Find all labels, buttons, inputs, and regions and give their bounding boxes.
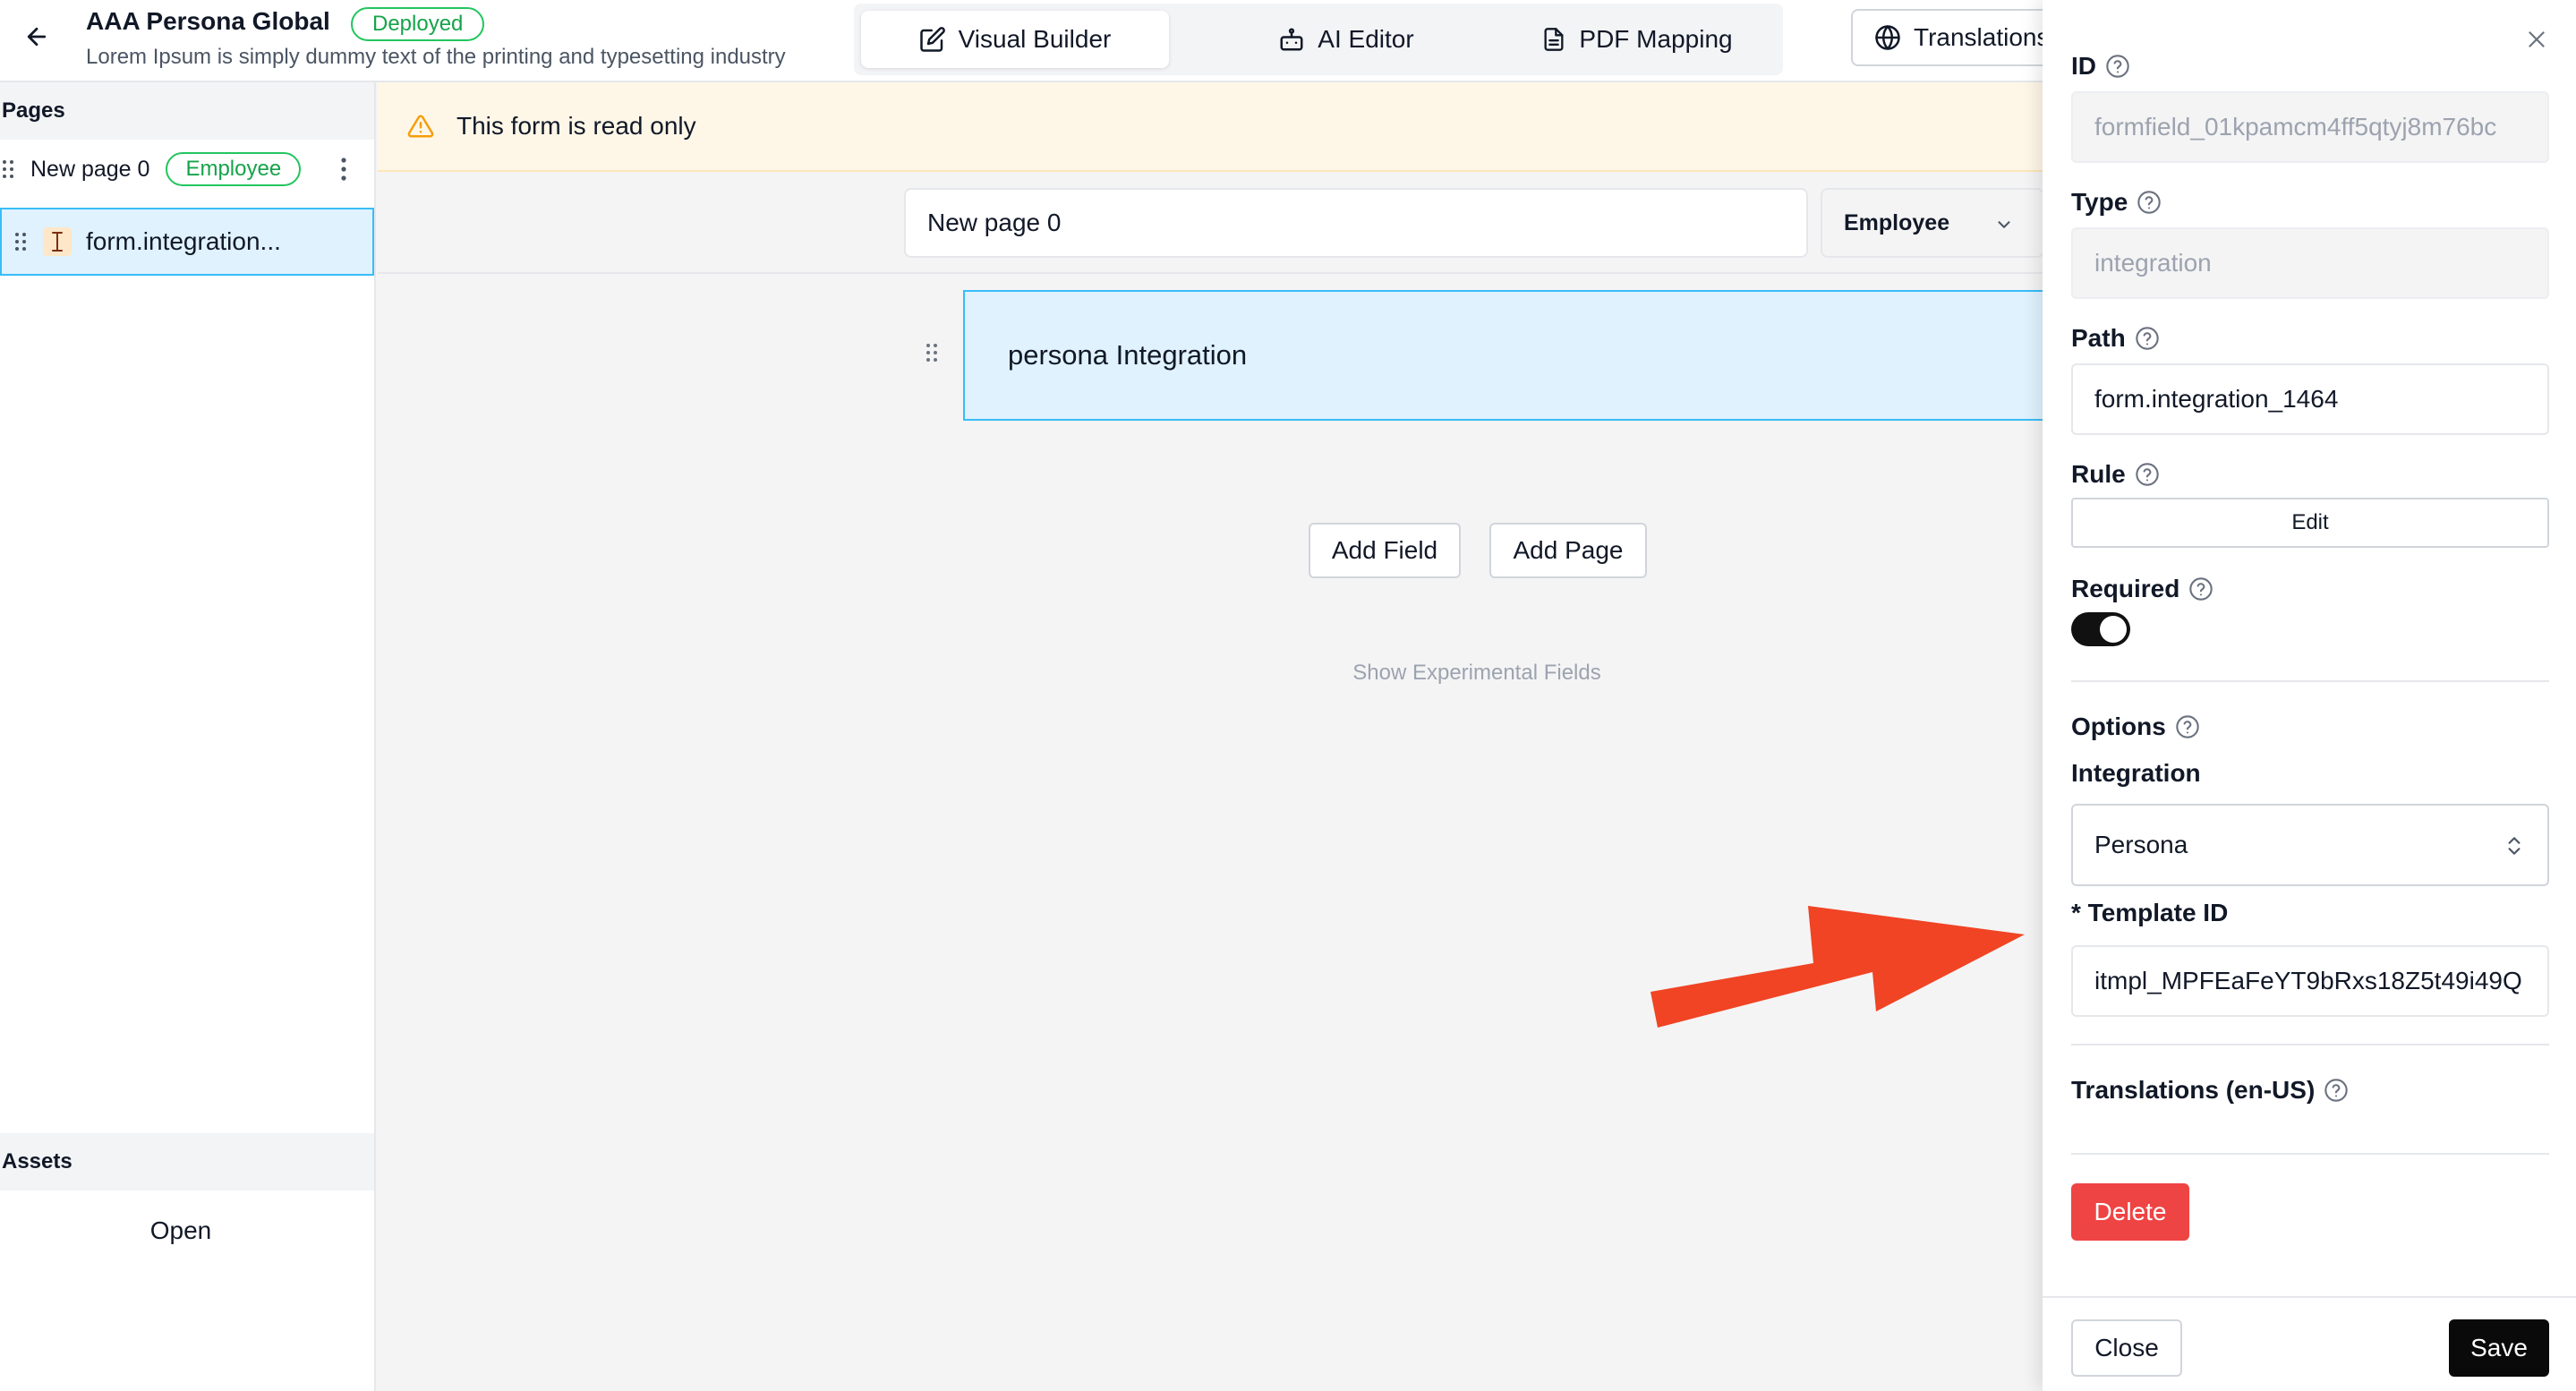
drag-handle-icon[interactable]: [925, 342, 938, 363]
required-label: Required: [2071, 575, 2213, 603]
edit-icon: [919, 27, 945, 52]
integration-select[interactable]: Persona: [2071, 804, 2549, 886]
readonly-banner: This form is read only: [378, 82, 2043, 172]
form-title: AAA Persona Global: [86, 7, 330, 35]
close-panel-button[interactable]: [2521, 23, 2553, 55]
help-circle-icon[interactable]: [2188, 576, 2213, 602]
save-button[interactable]: Save: [2449, 1319, 2549, 1377]
annotation-arrow-icon: [1651, 906, 2025, 1028]
divider: [2071, 1153, 2549, 1155]
help-circle-icon[interactable]: [2175, 714, 2200, 739]
pages-heading: Pages: [0, 82, 374, 140]
more-vertical-icon[interactable]: [333, 152, 354, 186]
tab-visual-builder[interactable]: Visual Builder: [861, 11, 1169, 68]
page-name-input[interactable]: [904, 188, 1808, 258]
sidebar-page-item[interactable]: New page 0 Employee: [0, 140, 374, 199]
page-role-select[interactable]: Employee: [1821, 188, 2044, 258]
integration-field-card[interactable]: persona Integration: [963, 290, 2046, 421]
id-label-text: ID: [2071, 52, 2096, 80]
delete-field-button[interactable]: Delete: [2071, 1183, 2189, 1241]
assets-heading: Assets: [0, 1133, 374, 1190]
integration-select-value: Persona: [2094, 831, 2188, 858]
tab-visual-builder-label: Visual Builder: [958, 25, 1112, 53]
path-label: Path: [2071, 324, 2160, 353]
close-icon: [2529, 31, 2545, 47]
text-cursor-icon: [43, 227, 72, 256]
translations-button-label: Translations: [1914, 23, 2050, 51]
integration-label: Integration: [2071, 759, 2201, 787]
help-circle-icon[interactable]: [2137, 190, 2162, 215]
add-field-button[interactable]: Add Field: [1309, 523, 1461, 578]
id-label: ID: [2071, 52, 2130, 81]
divider: [2071, 1044, 2549, 1045]
rule-label-text: Rule: [2071, 460, 2126, 488]
type-label: Type: [2071, 188, 2162, 217]
chevrons-up-down-icon: [2508, 837, 2521, 855]
add-page-button[interactable]: Add Page: [1489, 523, 1647, 578]
open-assets-button[interactable]: Open: [0, 1190, 362, 1271]
back-button[interactable]: [16, 16, 57, 57]
rule-label: Rule: [2071, 460, 2160, 489]
arrow-left-icon: [27, 27, 47, 47]
tab-pdf-mapping-label: PDF Mapping: [1579, 25, 1733, 53]
file-text-icon: [1544, 28, 1564, 51]
form-description: Lorem Ipsum is simply dummy text of the …: [86, 45, 786, 69]
tab-ai-editor-label: AI Editor: [1318, 25, 1414, 53]
warning-icon: [407, 115, 434, 138]
readonly-message: This form is read only: [456, 112, 696, 140]
type-label-text: Type: [2071, 188, 2128, 216]
help-circle-icon[interactable]: [2135, 462, 2160, 487]
edit-rule-button[interactable]: Edit: [2071, 498, 2549, 548]
field-name-label: form.integration...: [86, 227, 281, 255]
translations-label: Translations (en-US): [2071, 1076, 2349, 1105]
show-experimental-fields-link[interactable]: Show Experimental Fields: [1289, 661, 1665, 686]
help-circle-icon[interactable]: [2324, 1078, 2349, 1103]
drag-handle-icon[interactable]: [2, 158, 14, 180]
help-circle-icon[interactable]: [2105, 54, 2130, 79]
globe-icon: [1875, 25, 1900, 50]
template-id-input[interactable]: [2071, 945, 2549, 1017]
help-circle-icon[interactable]: [2135, 326, 2160, 351]
required-toggle[interactable]: [2071, 612, 2130, 646]
path-label-text: Path: [2071, 324, 2126, 352]
bot-icon: [1280, 28, 1303, 51]
toggle-knob: [2100, 616, 2127, 643]
id-input[interactable]: [2071, 91, 2549, 163]
template-id-label: * Template ID: [2071, 899, 2229, 926]
tab-ai-editor[interactable]: AI Editor: [1212, 11, 1480, 68]
translations-label-text: Translations (en-US): [2071, 1076, 2316, 1104]
left-sidebar: Pages New page 0 Employee form.integrati…: [0, 82, 376, 1391]
deployed-status-badge: Deployed: [351, 7, 485, 41]
divider: [2071, 680, 2549, 682]
drag-handle-icon[interactable]: [14, 231, 27, 252]
chevron-down-icon: [1998, 221, 2010, 228]
type-input[interactable]: [2071, 227, 2549, 299]
path-input[interactable]: [2071, 363, 2549, 435]
close-button[interactable]: Close: [2071, 1319, 2182, 1377]
tab-pdf-mapping[interactable]: PDF Mapping: [1507, 11, 1767, 68]
editor-mode-tabs: Visual Builder AI Editor PDF Mapping: [854, 4, 1783, 75]
options-label-text: Options: [2071, 713, 2166, 740]
required-label-text: Required: [2071, 575, 2180, 602]
options-label: Options: [2071, 713, 2200, 741]
page-role-badge: Employee: [166, 152, 302, 186]
page-role-select-value: Employee: [1844, 209, 1950, 235]
translations-button[interactable]: Translations: [1851, 9, 2057, 66]
sidebar-field-item[interactable]: form.integration...: [0, 208, 374, 276]
panel-footer-divider: [2043, 1296, 2576, 1298]
page-name-label: New page 0: [30, 156, 150, 182]
